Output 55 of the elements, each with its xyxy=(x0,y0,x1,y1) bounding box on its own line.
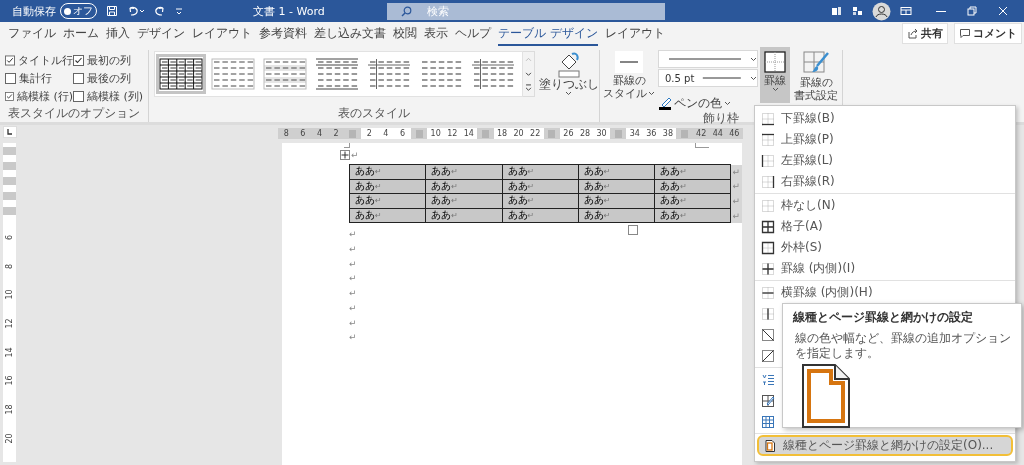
row-end-mark: ↵ xyxy=(730,208,742,223)
table-cell: ああ↵ xyxy=(425,164,503,180)
group-label: 表スタイルのオプション xyxy=(8,105,140,122)
ruler-number: 18 xyxy=(5,404,14,415)
paragraph-mark: ↵ xyxy=(349,243,357,257)
table-cell: ああ↵ xyxy=(654,164,731,180)
ruler-number: 26 xyxy=(562,128,575,139)
paragraph-mark: ↵ xyxy=(349,228,357,242)
autosave-label: 自動保存 xyxy=(12,3,56,19)
ruler-number: 30 xyxy=(595,128,608,139)
ruler-number: 6 xyxy=(5,234,14,240)
ruler-number: 8 xyxy=(5,263,14,269)
paragraph-mark: ↵ xyxy=(349,272,357,286)
ruler-number: 28 xyxy=(578,128,592,139)
group-label: 表のスタイル xyxy=(338,105,410,122)
ruler-number: 4 xyxy=(315,128,324,139)
ruler-number: 6 xyxy=(299,128,307,139)
ruler-number: 2 xyxy=(332,128,340,139)
ruler-number: 10 xyxy=(5,289,14,300)
tooltip-description: 線の色や幅など、罫線の追加オプションを指定します。 xyxy=(795,331,1012,361)
ruler-number: 44 xyxy=(711,128,724,139)
ruler-number: 4 xyxy=(382,128,390,139)
tooltip-title: 線種とページ罫線と網かけの設定 xyxy=(793,309,973,326)
ruler-number: 22 xyxy=(529,128,542,139)
table-cell: ああ↵ xyxy=(349,164,426,180)
paragraph-mark: ↵ xyxy=(349,287,357,301)
ruler-number: 8 xyxy=(282,128,290,139)
ruler-number: 6 xyxy=(398,128,406,139)
ruler-number: 12 xyxy=(446,128,459,139)
ruler-number: 16 xyxy=(5,375,14,386)
row-end-mark: ↵ xyxy=(730,193,742,209)
ruler-number: 2 xyxy=(365,128,373,139)
ruler-number: 34 xyxy=(628,128,641,139)
row-end-mark: ↵ xyxy=(730,164,742,180)
paragraph-mark: ↵ xyxy=(349,301,357,315)
ruler-number: 42 xyxy=(695,128,708,139)
window-title: 文書 1 - Word xyxy=(252,3,326,19)
ruler-number: 14 xyxy=(462,128,475,139)
ruler-number: 18 xyxy=(495,128,509,139)
paragraph-mark: ↵ xyxy=(349,257,357,271)
row-end-mark: ↵ xyxy=(730,179,742,194)
ruler-number: 38 xyxy=(661,128,675,139)
table-cell: ああ↵ xyxy=(502,164,579,180)
table-cell: ああ↵ xyxy=(578,164,655,180)
ruler-number: 36 xyxy=(645,128,658,139)
ruler-number: 46 xyxy=(728,128,741,139)
ruler-number: 10 xyxy=(429,128,442,139)
ruler-number: 20 xyxy=(5,433,14,444)
group-label: 飾り枠 xyxy=(703,110,739,127)
paragraph-mark: ↵ xyxy=(351,148,359,162)
ruler-number: 12 xyxy=(5,318,14,329)
paragraph-mark: ↵ xyxy=(349,316,357,330)
ruler-number: 14 xyxy=(5,347,14,358)
ruler-number: 20 xyxy=(512,128,525,139)
paragraph-mark: ↵ xyxy=(349,331,357,345)
